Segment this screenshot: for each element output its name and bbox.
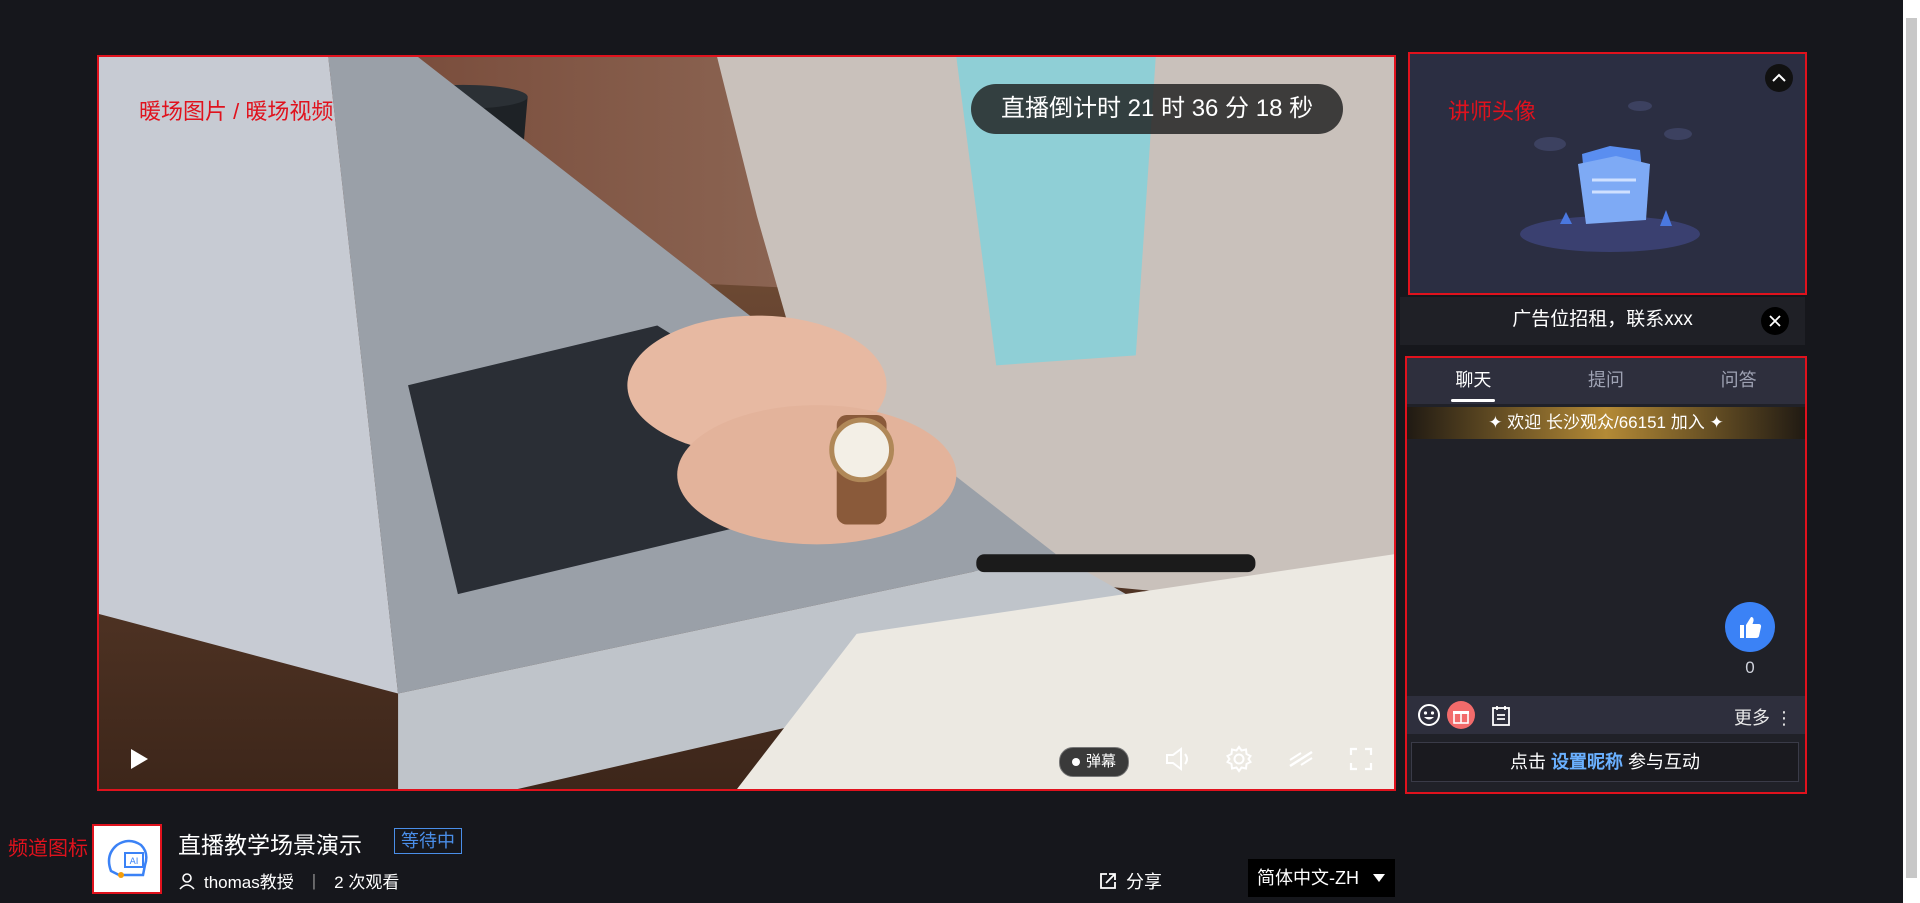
ad-text: 广告位招租，联系xxx bbox=[1512, 309, 1693, 330]
chevron-up-icon bbox=[1772, 73, 1786, 82]
nick-suffix: 参与互动 bbox=[1628, 752, 1701, 772]
caret-down-icon bbox=[1373, 874, 1385, 882]
empty-avatar-illustration bbox=[1520, 101, 1700, 252]
play-button[interactable] bbox=[119, 739, 159, 779]
danmu-label: 弹幕 bbox=[1086, 753, 1117, 770]
like-count: 0 bbox=[1745, 658, 1755, 677]
tab-chat[interactable]: 聊天 bbox=[1407, 358, 1540, 404]
danmu-toggle-icon bbox=[1289, 750, 1313, 768]
channel-icon: AI bbox=[92, 824, 162, 894]
chat-tabs: 聊天 提问 问答 bbox=[1407, 358, 1805, 404]
fullscreen-button[interactable] bbox=[1343, 739, 1379, 779]
volume-button[interactable] bbox=[1160, 739, 1196, 779]
notice-button[interactable] bbox=[1487, 701, 1515, 729]
status-badge: 等待中 bbox=[394, 828, 462, 854]
play-icon bbox=[131, 749, 148, 769]
channel-meta: thomas教授 | 2 次观看 bbox=[178, 868, 399, 893]
volume-icon bbox=[1166, 747, 1188, 771]
chat-panel: 聊天 提问 问答 ✦ 欢迎 长沙观众/66151 加入 ✦ 0 更多 ⋮ 点击 … bbox=[1405, 356, 1807, 794]
settings-button[interactable] bbox=[1221, 739, 1257, 779]
language-select[interactable]: 简体中文-ZH bbox=[1248, 859, 1395, 897]
share-button[interactable]: 分享 bbox=[1098, 868, 1162, 894]
warmup-image bbox=[99, 57, 1394, 789]
fullscreen-icon bbox=[1349, 747, 1373, 771]
scrollbar-thumb[interactable] bbox=[1906, 18, 1917, 878]
ai-head-icon: AI bbox=[107, 839, 148, 878]
svg-text:AI: AI bbox=[130, 857, 139, 867]
share-label: 分享 bbox=[1126, 872, 1162, 892]
teacher-avatar-panel: 讲师头像 bbox=[1408, 52, 1807, 295]
ad-close-button[interactable] bbox=[1761, 307, 1789, 335]
channel-icon-annotation: 频道图标 bbox=[8, 838, 88, 860]
chat-toolbar: 更多 ⋮ bbox=[1407, 696, 1805, 734]
ad-banner: 广告位招租，联系xxx bbox=[1400, 297, 1805, 345]
danmu-dot-icon bbox=[1072, 758, 1080, 766]
gift-button[interactable] bbox=[1447, 701, 1475, 729]
more-label: 更多 bbox=[1733, 708, 1770, 728]
emoji-icon bbox=[1418, 704, 1440, 726]
host-name: thomas教授 bbox=[204, 873, 294, 892]
user-icon bbox=[179, 872, 195, 890]
live-countdown: 直播倒计时 21 时 36 分 18 秒 bbox=[971, 84, 1344, 134]
set-nickname-link[interactable]: 设置昵称 bbox=[1551, 752, 1623, 772]
collapse-button[interactable] bbox=[1765, 64, 1793, 92]
welcome-banner: ✦ 欢迎 长沙观众/66151 加入 ✦ bbox=[1407, 407, 1805, 439]
kebab-icon: ⋮ bbox=[1775, 708, 1793, 728]
welcome-text: 欢迎 长沙观众/66151 加入 bbox=[1507, 413, 1705, 432]
set-nickname-bar[interactable]: 点击 设置昵称 参与互动 bbox=[1411, 742, 1799, 782]
language-value: 简体中文-ZH bbox=[1257, 868, 1359, 888]
view-count: 2 次观看 bbox=[334, 873, 400, 892]
danmu-switch-button[interactable] bbox=[1283, 739, 1319, 779]
tab-ask[interactable]: 提问 bbox=[1540, 358, 1673, 404]
more-button[interactable]: 更多 ⋮ bbox=[1734, 704, 1793, 730]
danmu-toggle-button[interactable]: 弹幕 bbox=[1059, 747, 1130, 777]
warmup-annotation: 暖场图片 / 暖场视频 bbox=[139, 99, 334, 124]
thumbs-up-icon bbox=[1740, 617, 1762, 638]
gift-icon bbox=[1453, 711, 1469, 724]
close-icon bbox=[1769, 315, 1781, 327]
video-player[interactable]: 暖场图片 / 暖场视频 直播倒计时 21 时 36 分 18 秒 弹幕 bbox=[97, 55, 1396, 791]
like-button[interactable] bbox=[1725, 602, 1775, 652]
channel-title: 直播教学场景演示 bbox=[178, 832, 362, 858]
tab-qa[interactable]: 问答 bbox=[1672, 358, 1805, 404]
sparkle-icon: ✦ bbox=[1709, 413, 1724, 432]
sparkle-icon: ✦ bbox=[1488, 413, 1508, 432]
settings-icon bbox=[1226, 745, 1252, 773]
meta-separator: | bbox=[311, 870, 317, 890]
clipboard-icon bbox=[1492, 706, 1510, 726]
page-scrollbar[interactable] bbox=[1903, 0, 1920, 903]
share-icon bbox=[1100, 873, 1116, 889]
nick-prefix: 点击 bbox=[1509, 752, 1546, 772]
emoji-button[interactable] bbox=[1415, 701, 1443, 729]
